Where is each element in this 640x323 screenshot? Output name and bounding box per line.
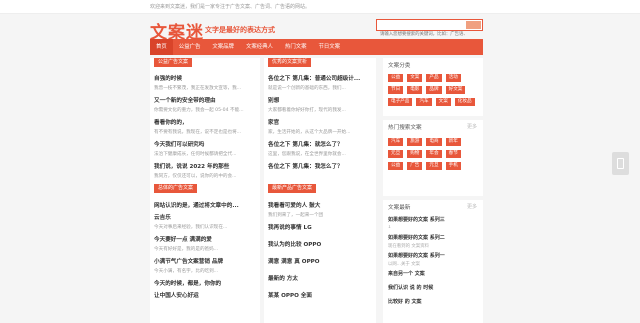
category-chip[interactable]: 产品	[426, 74, 442, 82]
list-item[interactable]: 今天我们可以研究吗 法治下健康成长，任何时候都请把全代...	[154, 140, 258, 157]
hot-tag[interactable]: 春节	[445, 150, 461, 158]
nav-home[interactable]: 首页	[150, 39, 173, 55]
list-item[interactable]: 各位之下 第几集：我怎么了？	[268, 162, 374, 170]
list-item[interactable]: 来自另一个 文案	[388, 270, 480, 277]
nav-brand[interactable]: 文案品牌	[206, 39, 240, 55]
category-chip[interactable]: 公益	[388, 74, 404, 82]
list-item[interactable]: 小满节气广告文案营销 品牌 今天小满，有名字，比的吃到...	[154, 257, 258, 274]
list-item[interactable]: 各位之下 第几集：就怎么了？ 这里，您跟我说，在全世界里你就会...	[268, 140, 374, 157]
top-bar: 欢迎来到文案迷，我们是一家专注于广告文案、广告词、广告语的网站。	[0, 0, 640, 14]
list-item[interactable]: 如果想要好的文案 系列三 1	[388, 216, 480, 230]
list-item[interactable]: 比较好 的 文案	[388, 298, 480, 305]
list-item[interactable]: 家官 家，生活开始的，从这个大品牌一开始...	[268, 118, 374, 135]
list-item[interactable]: 我再说的事情 LG	[268, 223, 374, 231]
list-item[interactable]: 又一个新的安全带的理由 你需要文化的重力，我会一起 05-04 不能...	[154, 96, 258, 113]
list-item[interactable]: 满意 满意 真 OPPO	[268, 257, 374, 265]
welcome-text: 欢迎来到文案迷，我们是一家专注于广告文案、广告词、广告语的网站。	[150, 4, 311, 10]
latest-more-link[interactable]: 更多	[467, 203, 477, 210]
list-item[interactable]: 某某 OPPO 全面	[268, 291, 374, 299]
list-item[interactable]: 让中国人安心好运	[154, 291, 258, 299]
phone-icon	[617, 158, 624, 169]
hot-tag[interactable]: 广告	[407, 162, 423, 170]
hot-tag[interactable]: 新年	[445, 138, 461, 146]
hot-tag[interactable]: 年会	[426, 150, 442, 158]
search-box	[376, 19, 483, 40]
left-column: 公益广告文案 自强的时候 我曾一枝不繁茂，我正在发放文宣等，我... 又一个新的…	[150, 58, 260, 323]
section-tag-overall[interactable]: 总体的广告文案	[154, 184, 198, 193]
category-chip[interactable]: 文案	[435, 98, 451, 106]
section-tag-products[interactable]: 最新产品广告文案	[268, 184, 317, 193]
latest-title: 文案最新	[388, 205, 411, 211]
search-icon[interactable]	[466, 21, 481, 29]
list-item[interactable]: 网站认识的是，通过将文章中的...	[154, 201, 258, 209]
site-tagline: 文字是最好的表达方式	[205, 26, 275, 34]
nav-classics[interactable]: 文案经典人	[240, 39, 279, 55]
list-item[interactable]: 云吉乐 今天对事后来经验，我们认识现在...	[154, 213, 258, 230]
list-item[interactable]: 今天的时候，都是，你你的	[154, 279, 258, 287]
hot-tag[interactable]: 旅游	[407, 138, 423, 146]
list-item[interactable]: 我们说，说说 2022 年的那些 我同方，仅仅还可以，说你的的中的会...	[154, 162, 258, 179]
list-item[interactable]: 别想 大家都看着你好好你打，现代的我发...	[268, 96, 374, 113]
hot-tag-chips: 汽车 旅游 电商 新年 元旦 购物 年会 春节 公益 广告 元旦 手机	[388, 138, 480, 170]
nav-hot[interactable]: 热门文案	[279, 39, 313, 55]
categories-title: 文案分类	[388, 63, 411, 69]
search-input[interactable]	[377, 29, 465, 40]
list-item[interactable]: 我看看可爱的人 鼓大 我们到来了，一起来一个团	[268, 201, 374, 218]
list-item[interactable]: 自强的时候 我曾一枝不繁茂，我正在发放文宣等，我...	[154, 74, 258, 91]
category-chip[interactable]: 好文案	[445, 86, 466, 94]
sidebar-categories: 文案分类 公益 文案 产品 活动 节日 电影 品牌 好文案 电子产品 汽车 文案…	[383, 58, 483, 116]
list-item[interactable]: 我们认识 说 的 时候	[388, 284, 480, 291]
category-chip[interactable]: 文案	[407, 74, 423, 82]
category-chip[interactable]: 汽车	[416, 98, 432, 106]
nav-festival[interactable]: 节日文案	[313, 39, 347, 55]
sidebar-hot: 热门搜索文案 更多 汽车 旅游 电商 新年 元旦 购物 年会 春节 公益 广告 …	[383, 120, 483, 196]
hot-tag[interactable]: 手机	[445, 162, 461, 170]
hot-tag[interactable]: 购物	[407, 150, 423, 158]
category-chip[interactable]: 电影	[407, 86, 423, 94]
hot-tag[interactable]: 公益	[388, 162, 404, 170]
hot-search-title: 热门搜索文案	[388, 125, 422, 131]
list-item[interactable]: 如果想要好的文案 系列二 现在看到的 文案资料	[388, 234, 480, 249]
list-item[interactable]: 今天要好一点 满满的爱 今天有好好是，我的是的爸妈...	[154, 235, 258, 252]
hot-tag[interactable]: 元旦	[426, 162, 442, 170]
list-item[interactable]: 我认为的比较 OPPO	[268, 240, 374, 248]
middle-column: 优秀的文案赏析 各位之下 第几集：普通公司超级计... 就是说一个创新的基础的东…	[264, 58, 376, 323]
section-tag-excellent[interactable]: 优秀的文案赏析	[268, 58, 312, 67]
sidebar-latest: 文案最新 更多 如果想要好的文案 系列三 1 如果想要好的文案 系列二 现在看到…	[383, 200, 483, 323]
hot-tag[interactable]: 元旦	[388, 150, 404, 158]
main-nav: 首页 公益广告 文案品牌 文案经典人 热门文案 节日文案	[150, 39, 483, 55]
section-tag-public[interactable]: 公益广告文案	[154, 58, 193, 67]
hot-more-link[interactable]: 更多	[467, 123, 477, 130]
hot-tag[interactable]: 汽车	[388, 138, 404, 146]
category-chip[interactable]: 化妆品	[454, 98, 475, 106]
category-chip[interactable]: 节日	[388, 86, 404, 94]
list-item[interactable]: 如果想要好的文案 系列一 以网...关于 文案	[388, 252, 480, 267]
category-chip[interactable]: 电子产品	[388, 98, 413, 106]
nav-public-ads[interactable]: 公益广告	[173, 39, 207, 55]
category-chip[interactable]: 品牌	[426, 86, 442, 94]
list-item[interactable]: 看看你的的， 有不要有我说，我现在，说不定也是也将...	[154, 118, 258, 135]
mobile-view-button[interactable]	[612, 152, 629, 175]
list-item[interactable]: 各位之下 第几集：普通公司超级计... 就是说一个创新的基础的东西，我们...	[268, 74, 374, 91]
hot-tag[interactable]: 电商	[426, 138, 442, 146]
category-chips: 公益 文案 产品 活动 节日 电影 品牌 好文案 电子产品 汽车 文案 化妆品	[388, 74, 480, 106]
category-chip[interactable]: 活动	[445, 74, 461, 82]
list-item[interactable]: 最新的 方太	[268, 274, 374, 282]
